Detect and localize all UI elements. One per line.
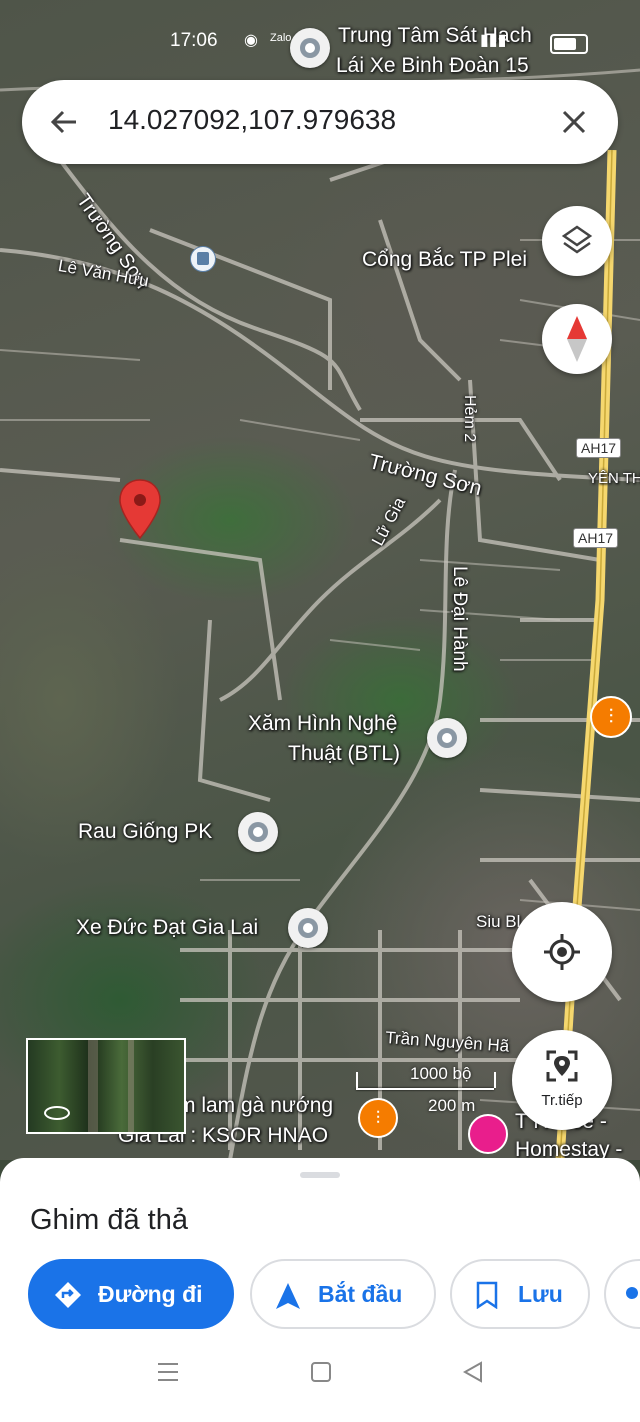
street-label-siu-bl: Siu Bl — [476, 912, 521, 931]
place-title: Ghim đã thả — [30, 1204, 188, 1236]
bus-stop-icon[interactable] — [190, 246, 216, 272]
zalo-icon: Zalo — [270, 32, 292, 44]
nav-menu-icon[interactable] — [156, 1360, 180, 1389]
directions-icon — [54, 1281, 82, 1315]
status-bar: 17:06 ◉ Zalo ▮▮▮ — [0, 28, 640, 58]
directions-fab-label: Tr.tiếp — [541, 1092, 583, 1109]
poi-label-com-lam[interactable]: m lam gà nướng — [178, 1094, 333, 1118]
poi-marker-xe-duc-dat[interactable] — [288, 908, 328, 948]
street-label-le-dai-hanh: Lê Đại Hành — [449, 566, 470, 672]
highway-shield-ah17-b: AH17 — [573, 528, 619, 548]
directions-button[interactable]: Đường đi — [28, 1259, 234, 1329]
poi-label-cong-bac[interactable]: Cổng Bắc TP Plei — [362, 248, 527, 272]
nav-home-icon[interactable] — [309, 1360, 333, 1389]
scale-label-imperial: 1000 bộ — [410, 1064, 472, 1083]
back-arrow-icon[interactable] — [48, 106, 80, 138]
poi-marker-xam-hinh[interactable] — [427, 718, 467, 758]
search-bar[interactable]: 14.027092,107.979638 — [22, 80, 618, 164]
bookmark-icon — [476, 1281, 498, 1315]
my-location-button[interactable] — [512, 902, 612, 1002]
restaurant-marker-icon[interactable]: ⫶ — [590, 696, 632, 738]
signal-icon: ▮▮▮ — [480, 32, 507, 49]
layers-button[interactable] — [542, 206, 612, 276]
nav-back-icon[interactable] — [461, 1360, 485, 1389]
street-view-thumbnail[interactable] — [26, 1038, 186, 1134]
scale-label-metric: 200 m — [428, 1096, 476, 1115]
poi-label-xam-hinh-2[interactable]: Thuật (BTL) — [288, 742, 400, 766]
save-button[interactable]: Lưu — [450, 1259, 590, 1329]
street-label-hem-2: Hẻm 2 — [461, 395, 478, 443]
area-label-yen-the: YÊN THẾ — [588, 470, 640, 487]
poi-label-rau-giong[interactable]: Rau Giống PK — [78, 820, 212, 844]
search-input[interactable]: 14.027092,107.979638 — [108, 104, 396, 136]
my-location-icon — [544, 934, 580, 975]
directions-fab[interactable]: Tr.tiếp — [512, 1030, 612, 1130]
highway-shield-ah17-a: AH17 — [576, 438, 622, 458]
poi-label-xe-duc-dat[interactable]: Xe Đức Đạt Gia Lai — [76, 916, 258, 940]
save-label: Lưu — [518, 1280, 563, 1307]
messenger-icon: ◉ — [244, 32, 258, 49]
hotel-marker-icon[interactable] — [468, 1114, 508, 1154]
share-icon — [626, 1287, 638, 1299]
poi-label-xam-hinh[interactable]: Xăm Hình Nghệ — [248, 712, 397, 736]
poi-label-homestay-2[interactable]: Homestay - — [515, 1138, 622, 1160]
clear-icon[interactable] — [560, 108, 588, 136]
directions-label: Đường đi — [98, 1280, 203, 1307]
compass-icon — [567, 316, 587, 367]
poi-marker-rau-giong[interactable] — [238, 812, 278, 852]
compass-button[interactable] — [542, 304, 612, 374]
start-button[interactable]: Bắt đầu — [250, 1259, 436, 1329]
restaurant-marker-icon[interactable]: ⫶ — [358, 1098, 398, 1138]
360-rotate-icon — [44, 1106, 70, 1120]
start-label: Bắt đầu — [318, 1280, 403, 1307]
location-pin-outline-icon — [542, 1046, 582, 1091]
navigation-arrow-icon — [276, 1283, 300, 1315]
status-time: 17:06 — [170, 30, 218, 51]
battery-icon — [550, 34, 588, 54]
layers-icon — [561, 224, 593, 263]
dropped-pin-icon[interactable] — [118, 478, 162, 540]
drag-handle[interactable] — [300, 1172, 340, 1178]
